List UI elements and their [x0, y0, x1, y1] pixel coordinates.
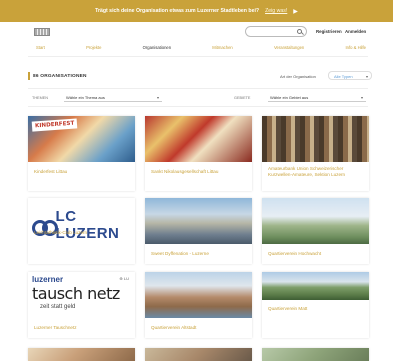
org-image	[262, 272, 369, 300]
org-image	[145, 116, 252, 162]
theme-filter-label: THEMEN	[32, 96, 49, 100]
org-card[interactable]: Quartierverein Matt	[262, 272, 369, 338]
chevron-down-icon: ▾	[365, 74, 368, 79]
area-filter-select[interactable]: Wähle ein Gebiet aus ▾	[268, 93, 366, 102]
nav-info-hilfe[interactable]: Info & Hilfe	[345, 45, 365, 50]
org-image	[262, 348, 369, 361]
org-image	[145, 348, 252, 361]
org-image: KINDERFEST	[28, 116, 135, 162]
theme-filter-select[interactable]: Wähle ein Thema aus ▾	[64, 93, 162, 102]
org-image: LC LUZERN	[28, 198, 135, 244]
site-logo[interactable]	[34, 28, 50, 36]
org-card[interactable]	[28, 348, 135, 361]
org-image: luzerner tausch netz zeit statt geld ⊕ L…	[28, 272, 135, 318]
org-card[interactable]	[145, 348, 252, 361]
section-accent-bar	[28, 72, 30, 80]
section-title: 86 ORGANISATIONEN	[33, 74, 87, 79]
main-nav: Start Projekte Organisationen Mitmachen …	[36, 45, 366, 50]
org-image	[145, 198, 252, 244]
announcement-banner: Trägt sich deine Organisation etwas zum …	[0, 0, 393, 22]
search-icon[interactable]	[297, 29, 302, 34]
type-filter-select[interactable]: Alle Typen ▾	[328, 71, 372, 80]
org-logo-sub: zeit statt geld	[40, 304, 76, 310]
org-card[interactable]: LC LUZERN Leichtathletik-Club Luzern	[28, 198, 135, 264]
chevron-down-icon: ▾	[360, 95, 363, 100]
org-name[interactable]: Quartierverein Matt	[268, 306, 364, 312]
register-link[interactable]: Registrieren	[316, 29, 342, 34]
org-card[interactable]: Sankt Nikolausgesellschaft Littau	[145, 116, 252, 191]
login-link[interactable]: Anmelden	[345, 29, 366, 34]
org-name[interactable]: Quartierverein Altstadt	[151, 325, 247, 331]
area-filter-label: GEBIETE	[234, 96, 251, 100]
search-input[interactable]	[251, 29, 295, 35]
org-image	[28, 348, 135, 361]
org-name[interactable]: Luzerner Tauschnetz	[34, 325, 130, 331]
divider	[28, 56, 368, 57]
banner-text: Trägt sich deine Organisation etwas zum …	[95, 8, 260, 14]
org-logo-top: luzerner	[32, 275, 64, 284]
org-image	[262, 198, 369, 244]
org-card[interactable]: Sweet Dyffenation - Luzerne	[145, 198, 252, 264]
org-card[interactable]	[262, 348, 369, 361]
org-card[interactable]: Quartierverein Altstadt	[145, 272, 252, 338]
org-name[interactable]: Amateurbank Union Schweizerischer Kurzwe…	[268, 166, 364, 178]
org-logo: KINDERFEST	[31, 118, 78, 132]
area-filter-value: Wähle ein Gebiet aus	[270, 95, 309, 100]
banner-link[interactable]: Zeig was!	[265, 8, 287, 14]
nav-organisationen[interactable]: Organisationen	[143, 45, 171, 50]
org-name[interactable]: Leichtathletik-Club Luzern	[34, 230, 130, 236]
nav-veranstaltungen[interactable]: Veranstaltungen	[274, 45, 304, 50]
search-box[interactable]	[245, 26, 307, 37]
org-logo-text: LC LUZERN	[55, 208, 120, 242]
org-logo: LC LUZERN	[32, 208, 135, 242]
theme-filter-value: Wähle ein Thema aus	[66, 95, 105, 100]
divider	[28, 88, 368, 89]
type-filter-value: Alle Typen	[334, 74, 353, 79]
org-logo-main: tausch netz	[32, 284, 120, 303]
org-name[interactable]: Sweet Dyffenation - Luzerne	[151, 251, 247, 257]
org-card[interactable]: KINDERFEST Kinderfest Littau	[28, 116, 135, 191]
org-card[interactable]: Amateurbank Union Schweizerischer Kurzwe…	[262, 116, 369, 191]
arrow-right-icon[interactable]: ▶	[293, 8, 298, 15]
org-image	[262, 116, 369, 162]
nav-start[interactable]: Start	[36, 45, 45, 50]
divider	[28, 106, 368, 107]
nav-mitmachen[interactable]: Mitmachen	[212, 45, 232, 50]
type-filter-label: Art der Organisation	[280, 74, 316, 79]
org-image	[145, 272, 252, 318]
org-name[interactable]: Quartierverein Hochwacht	[268, 251, 364, 257]
org-name[interactable]: Sankt Nikolausgesellschaft Littau	[151, 169, 247, 175]
org-card[interactable]: Quartierverein Hochwacht	[262, 198, 369, 264]
org-logo: luzerner tausch netz zeit statt geld ⊕ L…	[32, 275, 131, 315]
org-name[interactable]: Kinderfest Littau	[34, 169, 130, 175]
org-card[interactable]: luzerner tausch netz zeit statt geld ⊕ L…	[28, 272, 135, 338]
nav-projekte[interactable]: Projekte	[86, 45, 101, 50]
chevron-down-icon: ▾	[156, 95, 159, 100]
org-logo-badge: ⊕ LU	[119, 276, 129, 281]
